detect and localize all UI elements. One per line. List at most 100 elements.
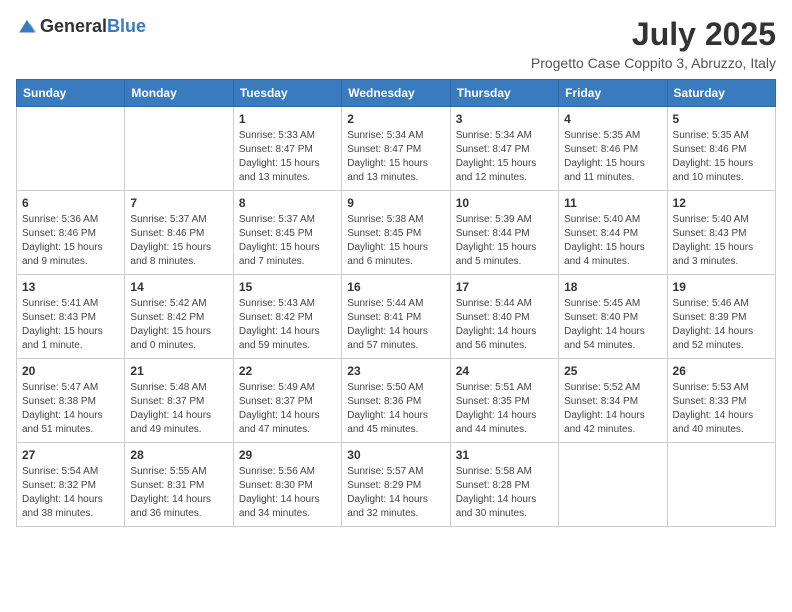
calendar-cell: 19 Sunrise: 5:46 AM Sunset: 8:39 PM Dayli… bbox=[667, 275, 775, 359]
day-number: 5 bbox=[673, 112, 770, 126]
day-info: Sunrise: 5:45 AM Sunset: 8:40 PM Dayligh… bbox=[564, 297, 661, 353]
calendar-table: Sunday Monday Tuesday Wednesday Thursday… bbox=[16, 79, 776, 527]
calendar-cell: 5 Sunrise: 5:35 AM Sunset: 8:46 PM Daylig… bbox=[667, 107, 775, 191]
day-number: 20 bbox=[22, 364, 119, 378]
calendar-cell: 1Sunrise: 5:33 AM Sunset: 8:47 PM Daylig… bbox=[233, 107, 341, 191]
calendar-cell: 23Sunrise: 5:50 AM Sunset: 8:36 PM Dayli… bbox=[342, 359, 450, 443]
day-info: Sunrise: 5:48 AM Sunset: 8:37 PM Dayligh… bbox=[130, 381, 227, 437]
day-info: Sunrise: 5:58 AM Sunset: 8:28 PM Dayligh… bbox=[456, 465, 553, 521]
day-info: Sunrise: 5:50 AM Sunset: 8:36 PM Dayligh… bbox=[347, 381, 444, 437]
calendar-cell: 6 Sunrise: 5:36 AM Sunset: 8:46 PM Daylig… bbox=[17, 191, 125, 275]
day-info: Sunrise: 5:37 AM Sunset: 8:46 PM Dayligh… bbox=[130, 213, 227, 269]
title-block: July 2025 Progetto Case Coppito 3, Abruz… bbox=[531, 16, 776, 71]
day-info: Sunrise: 5:39 AM Sunset: 8:44 PM Dayligh… bbox=[456, 213, 553, 269]
day-info: Sunrise: 5:51 AM Sunset: 8:35 PM Dayligh… bbox=[456, 381, 553, 437]
calendar-cell: 12 Sunrise: 5:40 AM Sunset: 8:43 PM Dayli… bbox=[667, 191, 775, 275]
calendar-header-row: Sunday Monday Tuesday Wednesday Thursday… bbox=[17, 80, 776, 107]
calendar-cell: 2 Sunrise: 5:34 AM Sunset: 8:47 PM Daylig… bbox=[342, 107, 450, 191]
calendar-cell bbox=[559, 443, 667, 527]
day-number: 15 bbox=[239, 280, 336, 294]
day-info: Sunrise: 5:34 AM Sunset: 8:47 PM Dayligh… bbox=[347, 129, 444, 185]
calendar-cell: 28 Sunrise: 5:55 AM Sunset: 8:31 PM Dayli… bbox=[125, 443, 233, 527]
calendar-cell: 25 Sunrise: 5:52 AM Sunset: 8:34 PM Dayli… bbox=[559, 359, 667, 443]
day-info: Sunrise: 5:40 AM Sunset: 8:44 PM Dayligh… bbox=[564, 213, 661, 269]
day-info: Sunrise: 5:44 AM Sunset: 8:40 PM Dayligh… bbox=[456, 297, 553, 353]
day-number: 18 bbox=[564, 280, 661, 294]
calendar-cell: 15 Sunrise: 5:43 AM Sunset: 8:42 PM Dayli… bbox=[233, 275, 341, 359]
logo: GeneralBlue bbox=[16, 16, 146, 37]
calendar-week-1: 1Sunrise: 5:33 AM Sunset: 8:47 PM Daylig… bbox=[17, 107, 776, 191]
calendar-cell: 7 Sunrise: 5:37 AM Sunset: 8:46 PM Daylig… bbox=[125, 191, 233, 275]
day-number: 13 bbox=[22, 280, 119, 294]
month-year: July 2025 bbox=[531, 16, 776, 53]
day-info: Sunrise: 5:52 AM Sunset: 8:34 PM Dayligh… bbox=[564, 381, 661, 437]
day-info: Sunrise: 5:46 AM Sunset: 8:39 PM Dayligh… bbox=[673, 297, 770, 353]
day-number: 3 bbox=[456, 112, 553, 126]
calendar-week-5: 27 Sunrise: 5:54 AM Sunset: 8:32 PM Dayli… bbox=[17, 443, 776, 527]
day-info: Sunrise: 5:42 AM Sunset: 8:42 PM Dayligh… bbox=[130, 297, 227, 353]
day-number: 26 bbox=[673, 364, 770, 378]
day-info: Sunrise: 5:49 AM Sunset: 8:37 PM Dayligh… bbox=[239, 381, 336, 437]
day-info: Sunrise: 5:55 AM Sunset: 8:31 PM Dayligh… bbox=[130, 465, 227, 521]
calendar-cell: 4 Sunrise: 5:35 AM Sunset: 8:46 PM Daylig… bbox=[559, 107, 667, 191]
calendar-cell: 10Sunrise: 5:39 AM Sunset: 8:44 PM Dayli… bbox=[450, 191, 558, 275]
calendar-cell bbox=[125, 107, 233, 191]
calendar-cell bbox=[17, 107, 125, 191]
day-info: Sunrise: 5:35 AM Sunset: 8:46 PM Dayligh… bbox=[564, 129, 661, 185]
calendar-week-2: 6 Sunrise: 5:36 AM Sunset: 8:46 PM Daylig… bbox=[17, 191, 776, 275]
day-number: 8 bbox=[239, 196, 336, 210]
day-number: 28 bbox=[130, 448, 227, 462]
day-number: 27 bbox=[22, 448, 119, 462]
header-saturday: Saturday bbox=[667, 80, 775, 107]
day-number: 30 bbox=[347, 448, 444, 462]
day-info: Sunrise: 5:43 AM Sunset: 8:42 PM Dayligh… bbox=[239, 297, 336, 353]
day-info: Sunrise: 5:40 AM Sunset: 8:43 PM Dayligh… bbox=[673, 213, 770, 269]
day-number: 25 bbox=[564, 364, 661, 378]
day-info: Sunrise: 5:35 AM Sunset: 8:46 PM Dayligh… bbox=[673, 129, 770, 185]
calendar-cell: 30Sunrise: 5:57 AM Sunset: 8:29 PM Dayli… bbox=[342, 443, 450, 527]
calendar-week-4: 20Sunrise: 5:47 AM Sunset: 8:38 PM Dayli… bbox=[17, 359, 776, 443]
day-info: Sunrise: 5:44 AM Sunset: 8:41 PM Dayligh… bbox=[347, 297, 444, 353]
day-number: 7 bbox=[130, 196, 227, 210]
calendar-cell: 3 Sunrise: 5:34 AM Sunset: 8:47 PM Daylig… bbox=[450, 107, 558, 191]
header-friday: Friday bbox=[559, 80, 667, 107]
calendar-cell: 21Sunrise: 5:48 AM Sunset: 8:37 PM Dayli… bbox=[125, 359, 233, 443]
day-info: Sunrise: 5:53 AM Sunset: 8:33 PM Dayligh… bbox=[673, 381, 770, 437]
calendar-week-3: 13 Sunrise: 5:41 AM Sunset: 8:43 PM Dayli… bbox=[17, 275, 776, 359]
day-number: 16 bbox=[347, 280, 444, 294]
day-number: 17 bbox=[456, 280, 553, 294]
logo-text: GeneralBlue bbox=[40, 16, 146, 37]
day-number: 9 bbox=[347, 196, 444, 210]
calendar-cell: 18 Sunrise: 5:45 AM Sunset: 8:40 PM Dayli… bbox=[559, 275, 667, 359]
day-number: 31 bbox=[456, 448, 553, 462]
calendar-cell bbox=[667, 443, 775, 527]
day-info: Sunrise: 5:37 AM Sunset: 8:45 PM Dayligh… bbox=[239, 213, 336, 269]
calendar-cell: 9 Sunrise: 5:38 AM Sunset: 8:45 PM Daylig… bbox=[342, 191, 450, 275]
day-info: Sunrise: 5:38 AM Sunset: 8:45 PM Dayligh… bbox=[347, 213, 444, 269]
day-number: 6 bbox=[22, 196, 119, 210]
day-info: Sunrise: 5:34 AM Sunset: 8:47 PM Dayligh… bbox=[456, 129, 553, 185]
day-number: 24 bbox=[456, 364, 553, 378]
day-info: Sunrise: 5:54 AM Sunset: 8:32 PM Dayligh… bbox=[22, 465, 119, 521]
day-number: 2 bbox=[347, 112, 444, 126]
calendar-cell: 17 Sunrise: 5:44 AM Sunset: 8:40 PM Dayli… bbox=[450, 275, 558, 359]
day-number: 19 bbox=[673, 280, 770, 294]
day-number: 4 bbox=[564, 112, 661, 126]
subtitle: Progetto Case Coppito 3, Abruzzo, Italy bbox=[531, 55, 776, 71]
calendar-cell: 24 Sunrise: 5:51 AM Sunset: 8:35 PM Dayli… bbox=[450, 359, 558, 443]
day-info: Sunrise: 5:41 AM Sunset: 8:43 PM Dayligh… bbox=[22, 297, 119, 353]
calendar-cell: 22 Sunrise: 5:49 AM Sunset: 8:37 PM Dayli… bbox=[233, 359, 341, 443]
header-sunday: Sunday bbox=[17, 80, 125, 107]
day-number: 14 bbox=[130, 280, 227, 294]
calendar-cell: 13 Sunrise: 5:41 AM Sunset: 8:43 PM Dayli… bbox=[17, 275, 125, 359]
day-number: 22 bbox=[239, 364, 336, 378]
header-tuesday: Tuesday bbox=[233, 80, 341, 107]
calendar-cell: 8 Sunrise: 5:37 AM Sunset: 8:45 PM Daylig… bbox=[233, 191, 341, 275]
calendar-cell: 27 Sunrise: 5:54 AM Sunset: 8:32 PM Dayli… bbox=[17, 443, 125, 527]
day-number: 29 bbox=[239, 448, 336, 462]
day-info: Sunrise: 5:36 AM Sunset: 8:46 PM Dayligh… bbox=[22, 213, 119, 269]
day-info: Sunrise: 5:56 AM Sunset: 8:30 PM Dayligh… bbox=[239, 465, 336, 521]
day-number: 11 bbox=[564, 196, 661, 210]
header-wednesday: Wednesday bbox=[342, 80, 450, 107]
day-number: 12 bbox=[673, 196, 770, 210]
